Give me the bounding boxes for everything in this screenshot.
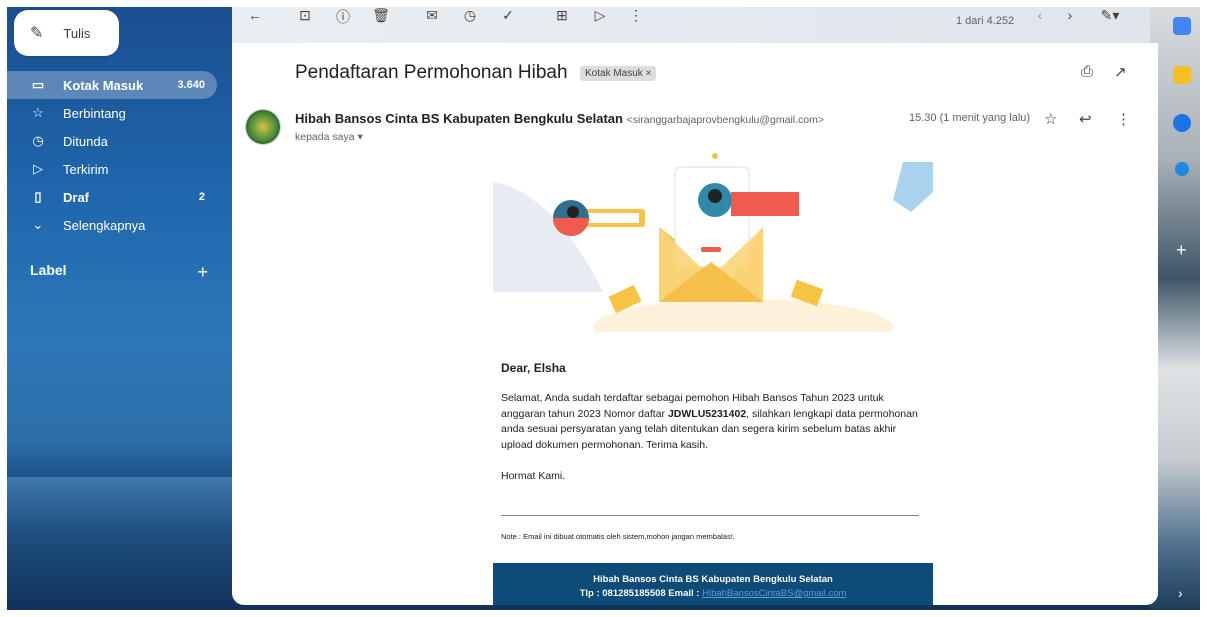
body-paragraph: Selamat, Anda sudah terdaftar sebagai pe… [501,391,921,454]
label-icon[interactable]: ▷ [590,7,610,24]
expand-panel-icon[interactable]: › [1178,585,1183,601]
closing: Hormat Kami. [501,469,566,482]
footer-phone: Tlp : 081285185508 Email : [579,588,703,599]
footer-title: Hibah Bansos Cinta BS Kabupaten Bengkulu… [593,574,833,585]
newer-icon[interactable]: ‹ [1030,7,1050,23]
sidebar-item-label: Ditunda [63,133,108,149]
pagination-text: 1 dari 4.252 [956,15,1015,27]
snooze-icon[interactable]: ◷ [460,7,480,24]
draft-icon: ▯ [34,189,42,204]
sidebar-item-label: Terkirim [63,161,109,177]
labels-heading: Label [30,262,67,278]
sidebar-item-starred[interactable]: ☆ Berbintang [7,99,217,127]
add-label-icon[interactable]: + [197,262,208,283]
message-time: 15.30 (1 menit yang lalu) [909,112,1031,124]
mark-unread-icon[interactable]: ✉ [422,7,442,24]
email-footer: Hibah Bansos Cinta BS Kabupaten Bengkulu… [493,563,933,605]
message-panel: Pendaftaran Permohonan Hibah Kotak Masuk… [232,43,1158,605]
sidebar-item-sent[interactable]: ▷ Terkirim [7,155,217,183]
message-subject: Pendaftaran Permohonan Hibah [295,62,568,83]
open-new-window-icon[interactable]: ↗ [1114,63,1127,81]
add-addon-icon[interactable]: + [1176,240,1187,261]
report-spam-icon[interactable]: ⓘ [333,7,353,27]
star-icon[interactable]: ☆ [1044,110,1057,128]
sidebar-item-inbox[interactable]: ▭ Kotak Masuk 3.640 [7,71,217,99]
sender-name: Hibah Bansos Cinta BS Kabupaten Bengkulu… [295,111,623,126]
divider [501,515,919,516]
sender-avatar [245,109,281,145]
sidebar-item-more[interactable]: ⌄ Selengkapnya [7,211,217,239]
inbox-label-chip[interactable]: Kotak Masuk × [580,66,657,81]
sidebar-item-label: Kotak Masuk [63,77,144,93]
inbox-icon: ▭ [31,77,45,92]
tasks-icon[interactable] [1173,114,1191,132]
footer-contact: Tlp : 081285185508 Email : HibahBansosCi… [493,587,933,601]
sidebar-item-label: Draf [63,189,90,205]
labels-section-header: Label + [30,262,210,283]
sidebar-item-snoozed[interactable]: ◷ Ditunda [7,127,217,155]
more-vert-icon[interactable]: ⋮ [1116,110,1131,128]
sidebar-item-drafts[interactable]: ▯ Draf 2 [7,183,217,211]
reply-icon[interactable]: ↩ [1079,110,1092,128]
move-to-icon[interactable]: ⊞ [552,7,572,24]
send-icon: ▷ [33,161,43,176]
calendar-icon[interactable] [1173,17,1191,35]
unread-count: 3.640 [177,79,205,91]
recipient-dropdown[interactable]: kepada saya ▾ [295,131,363,143]
compose-button[interactable]: ✎ Tulis [14,10,119,56]
keep-icon[interactable] [1173,66,1191,84]
archive-icon[interactable]: ⊡ [295,7,315,24]
sender-email: <siranggarbajaprovbengkulu@gmail.com> [626,114,825,126]
contacts-icon[interactable] [1175,162,1189,176]
star-icon: ☆ [32,105,44,120]
older-icon[interactable]: › [1060,7,1080,23]
drafts-count: 2 [198,191,205,203]
input-tools-icon[interactable]: ✎▾ [1095,7,1125,24]
greeting: Dear, Elsha [501,361,566,375]
add-task-icon[interactable]: ✓ [498,7,518,24]
email-illustration [493,153,933,332]
delete-icon[interactable]: 🗑 [371,7,391,24]
compose-label: Tulis [63,25,91,41]
sidebar-item-label: Berbintang [63,105,126,121]
footer-email-link[interactable]: HibahBansosCintaBS@gmail.com [702,588,846,599]
sender-line: Hibah Bansos Cinta BS Kabupaten Bengkulu… [295,111,824,126]
chevron-down-icon: ⌄ [32,217,44,232]
print-icon[interactable]: ⎙ [1081,63,1093,80]
auto-email-note: Note : Email ini dibuat otomatis oleh si… [501,532,735,541]
registration-number: JDWLU5231402 [667,407,747,420]
back-arrow-icon[interactable]: ← [245,7,265,23]
more-options-icon[interactable]: ⋮ [626,7,646,24]
toolbar-background [232,7,1150,47]
sidebar-item-label: Selengkapnya [63,217,146,233]
clock-icon: ◷ [32,133,44,148]
email-body: Dear, Elsha Selamat, Anda sudah terdafta… [501,361,921,482]
pencil-icon: ✎ [30,25,44,42]
